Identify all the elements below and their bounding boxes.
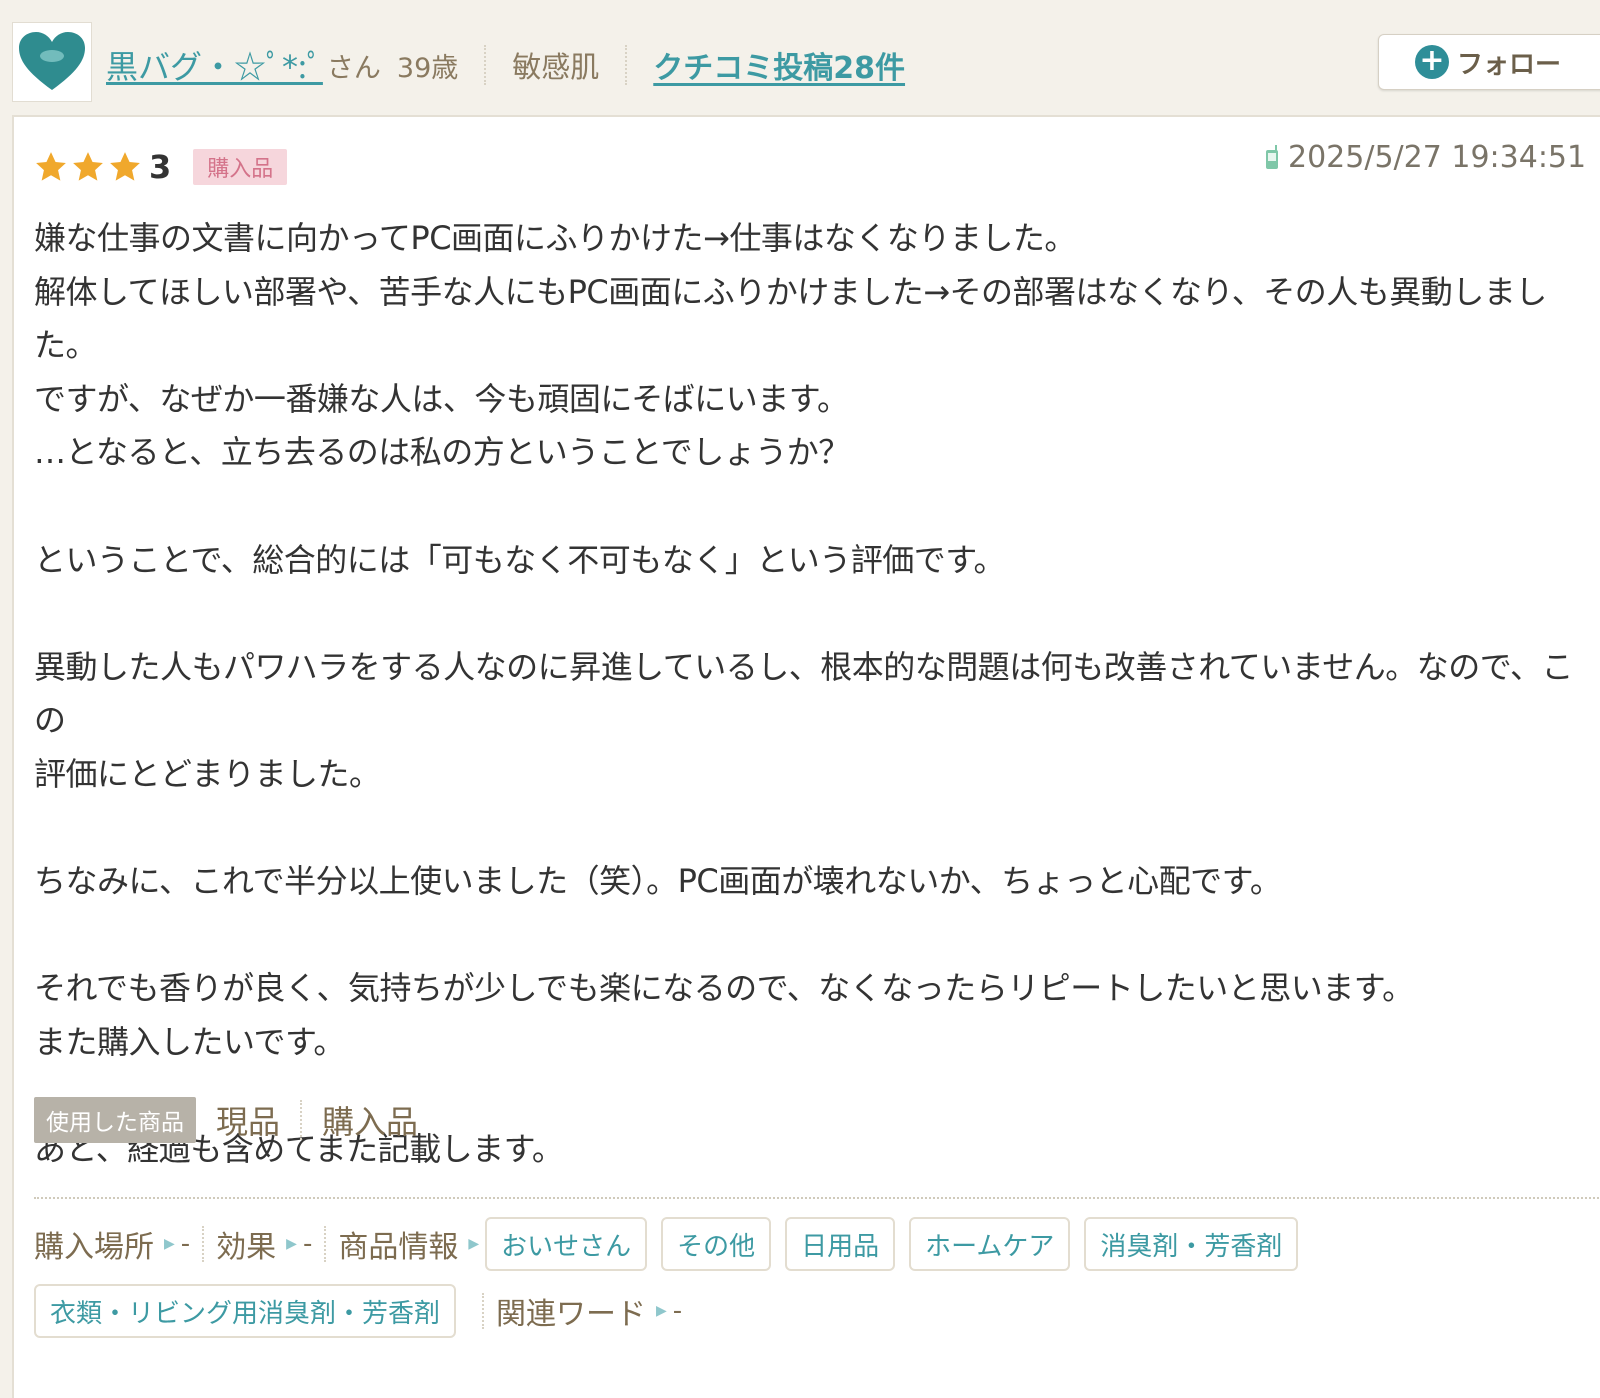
divider xyxy=(625,45,628,85)
divider xyxy=(300,1100,303,1140)
rating-row: 3 購入品 xyxy=(34,147,288,187)
divider xyxy=(202,1226,205,1262)
arrow-right-icon: ▶ xyxy=(468,1236,480,1252)
related-words-label: 関連ワード xyxy=(496,1297,647,1332)
user-info: 黒バグ・☆ﾟ*:ﾟ さん 39歳 敏感肌 クチコミ投稿28件 xyxy=(106,40,905,90)
used-product-label: 使用した商品 xyxy=(34,1097,196,1143)
product-tag[interactable]: ホームケア xyxy=(909,1217,1071,1271)
used-product-value: 現品 xyxy=(216,1103,281,1141)
effect-label: 効果 xyxy=(216,1230,277,1265)
effect-value: - xyxy=(302,1229,313,1259)
star-icon xyxy=(73,152,103,181)
arrow-right-icon: ▶ xyxy=(286,1236,297,1252)
arrow-right-icon: ▶ xyxy=(656,1303,667,1319)
purchase-place-value: - xyxy=(180,1229,191,1259)
purchase-place-label: 購入場所 xyxy=(34,1230,154,1265)
purchase-badge: 購入品 xyxy=(193,149,288,185)
skin-type: 敏感肌 xyxy=(512,50,600,84)
star-icon xyxy=(36,152,66,181)
follow-button[interactable]: + フォロー xyxy=(1378,34,1600,90)
post-date: 2025/5/27 19:34:51 xyxy=(1264,137,1586,177)
user-age: 39歳 xyxy=(396,52,459,84)
dotted-divider xyxy=(34,1197,1600,1199)
product-tag[interactable]: 衣類・リビング用消臭剤・芳香剤 xyxy=(34,1284,457,1338)
review-header: 黒バグ・☆ﾟ*:ﾟ さん 39歳 敏感肌 クチコミ投稿28件 + フォロー xyxy=(0,0,1600,112)
follow-label: フォロー xyxy=(1457,49,1562,80)
review-count-link[interactable]: クチコミ投稿28件 xyxy=(653,43,905,87)
star-icon xyxy=(110,152,140,181)
user-name-suffix: さん xyxy=(326,52,381,84)
product-tag[interactable]: 消臭剤・芳香剤 xyxy=(1084,1217,1299,1271)
post-date-text: 2025/5/27 19:34:51 xyxy=(1288,139,1587,175)
plus-icon: + xyxy=(1415,45,1449,79)
avatar[interactable] xyxy=(12,22,92,102)
rating-value: 3 xyxy=(149,148,172,186)
product-info-label: 商品情報 xyxy=(338,1230,459,1265)
meta-row-1: 購入場所 ▶ - 効果 ▶ - 商品情報 ▶ おいせさん その他 日用品 ホーム… xyxy=(34,1217,1312,1271)
used-product-row: 使用した商品 現品 購入品 xyxy=(34,1097,418,1143)
divider xyxy=(484,45,487,85)
review-body: 嫌な仕事の文書に向かってPC画面にふりかけた→仕事はなくなりました。 解体してほ… xyxy=(34,219,1574,1169)
product-tag[interactable]: 日用品 xyxy=(785,1217,896,1271)
divider xyxy=(482,1293,485,1329)
meta-row-2: 衣類・リビング用消臭剤・芳香剤 関連ワード ▶ - xyxy=(34,1284,682,1338)
review-card: 3 購入品 2025/5/27 19:34:51 嫌な仕事の文書に向かってPC画… xyxy=(12,115,1600,1398)
arrow-right-icon: ▶ xyxy=(164,1236,175,1252)
heart-avatar-icon xyxy=(19,32,85,90)
user-name-link[interactable]: 黒バグ・☆ﾟ*:ﾟ xyxy=(106,42,323,88)
product-tag[interactable]: おいせさん xyxy=(485,1217,648,1271)
used-product-value: 購入品 xyxy=(322,1103,419,1141)
divider xyxy=(324,1226,327,1262)
product-tag[interactable]: その他 xyxy=(661,1217,772,1271)
mobile-phone-icon xyxy=(1266,145,1278,169)
related-words-value: - xyxy=(672,1296,683,1326)
